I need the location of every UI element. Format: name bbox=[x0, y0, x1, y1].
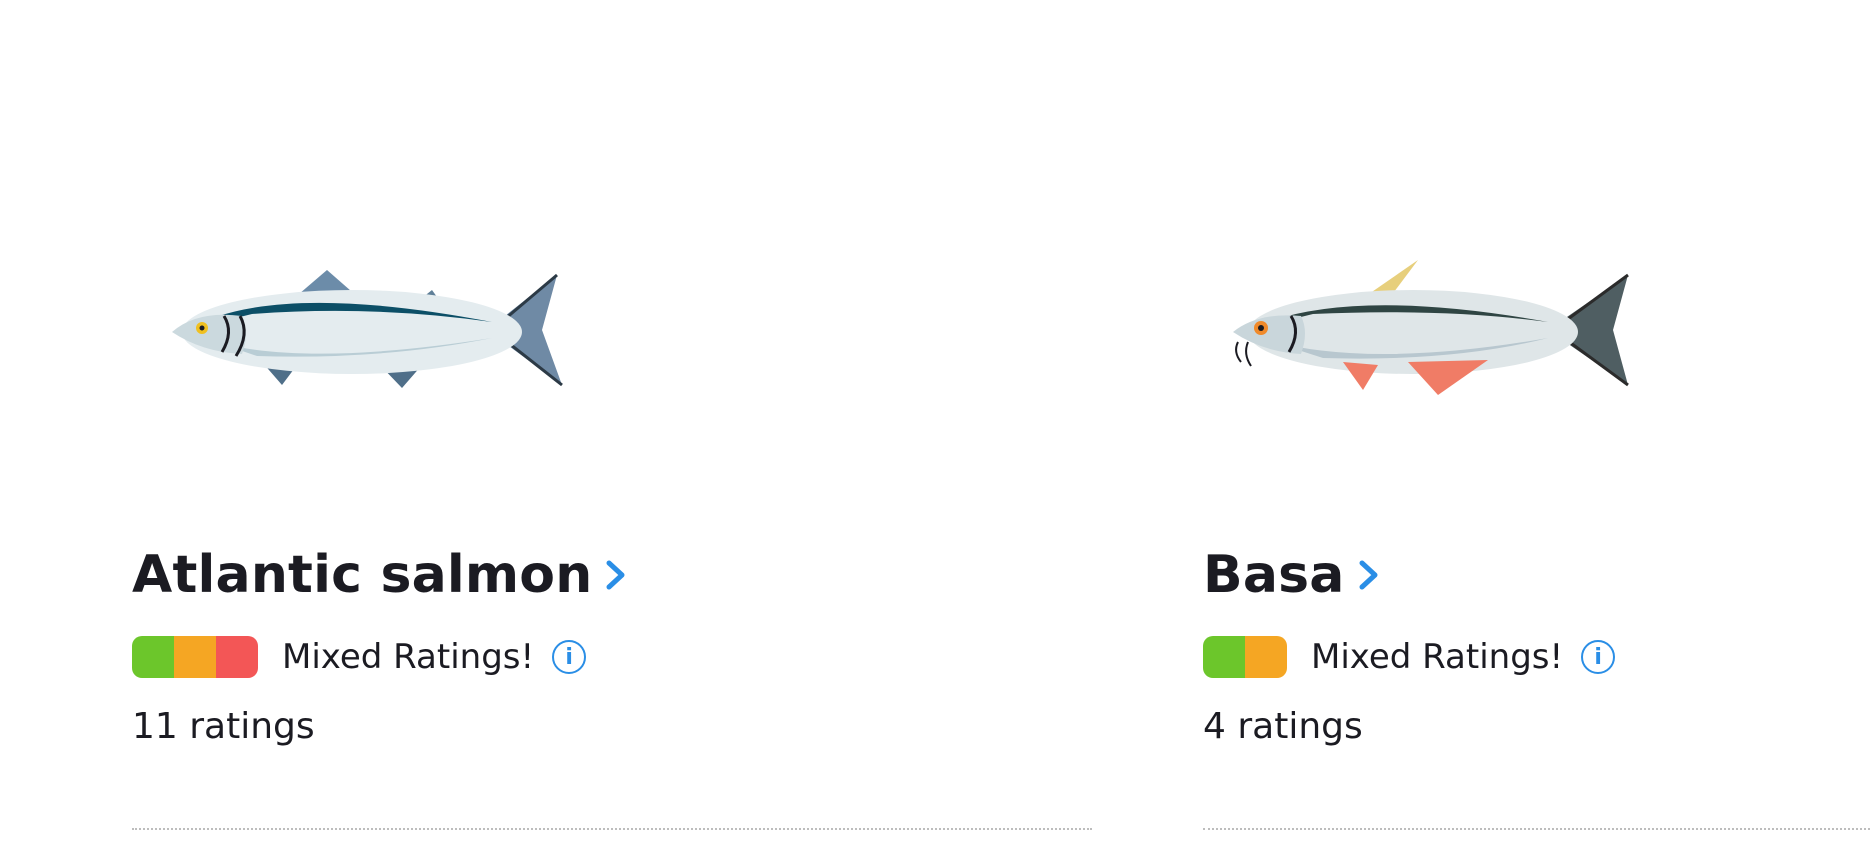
rating-segment-orange bbox=[174, 636, 216, 678]
rating-bar bbox=[1203, 636, 1287, 678]
card-divider bbox=[132, 828, 1092, 830]
rating-label: Mixed Ratings! bbox=[1311, 637, 1564, 677]
rating-segment-green bbox=[1203, 636, 1245, 678]
fish-name: Atlantic salmon bbox=[132, 545, 593, 605]
fish-title-link[interactable]: Atlantic salmon bbox=[132, 545, 628, 605]
ratings-count: 4 ratings bbox=[1203, 706, 1363, 747]
rating-label: Mixed Ratings! bbox=[282, 637, 535, 677]
salmon-illustration[interactable] bbox=[132, 230, 572, 430]
chevron-right-icon bbox=[604, 557, 628, 593]
info-icon[interactable]: i bbox=[552, 640, 587, 674]
rating-row: Mixed Ratings! i bbox=[132, 636, 587, 678]
fish-title-link[interactable]: Basa bbox=[1203, 545, 1381, 605]
ratings-count: 11 ratings bbox=[132, 706, 315, 747]
basa-illustration[interactable] bbox=[1203, 230, 1643, 430]
rating-segment-red bbox=[216, 636, 258, 678]
fish-card-basa: Basa Mixed Ratings! i 4 ratings bbox=[1203, 0, 1870, 852]
chevron-right-icon bbox=[1357, 557, 1381, 593]
card-divider bbox=[1203, 828, 1870, 830]
rating-row: Mixed Ratings! i bbox=[1203, 636, 1616, 678]
rating-segment-orange bbox=[1245, 636, 1287, 678]
fish-grid: Atlantic salmon Mixed Ratings! i 11 rati… bbox=[0, 0, 1870, 852]
fish-card-atlantic-salmon: Atlantic salmon Mixed Ratings! i 11 rati… bbox=[132, 0, 1092, 852]
rating-segment-green bbox=[132, 636, 174, 678]
rating-bar bbox=[132, 636, 258, 678]
fish-name: Basa bbox=[1203, 545, 1345, 605]
info-icon[interactable]: i bbox=[1581, 640, 1616, 674]
